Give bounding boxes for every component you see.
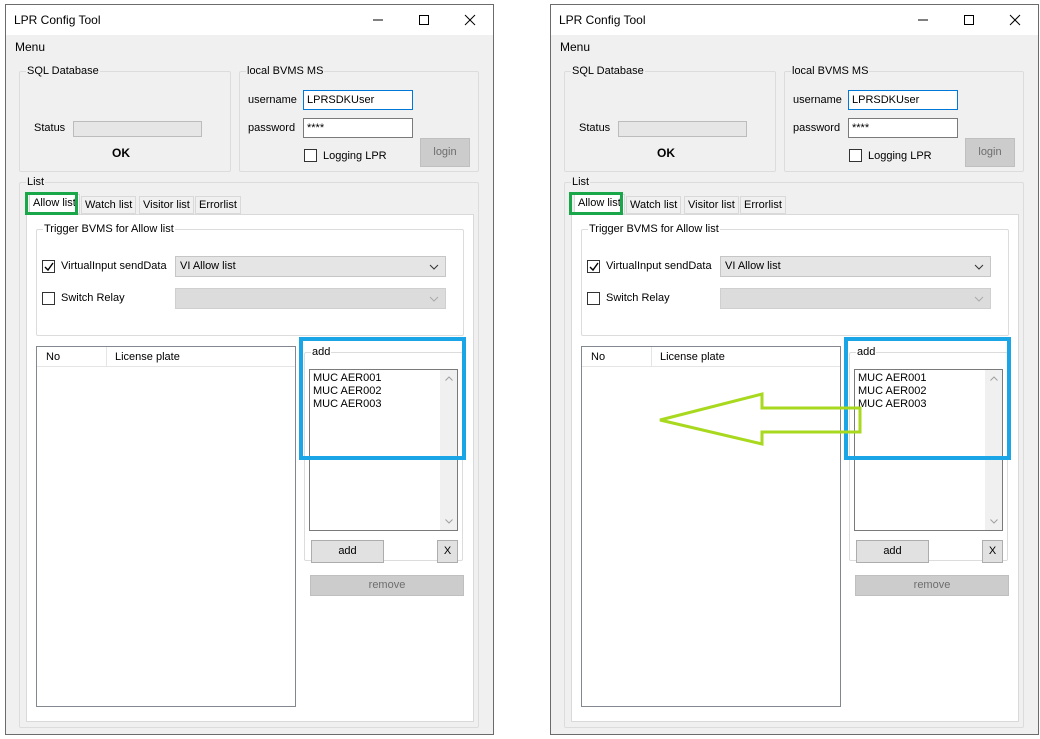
left-arrow-icon [659,392,862,446]
